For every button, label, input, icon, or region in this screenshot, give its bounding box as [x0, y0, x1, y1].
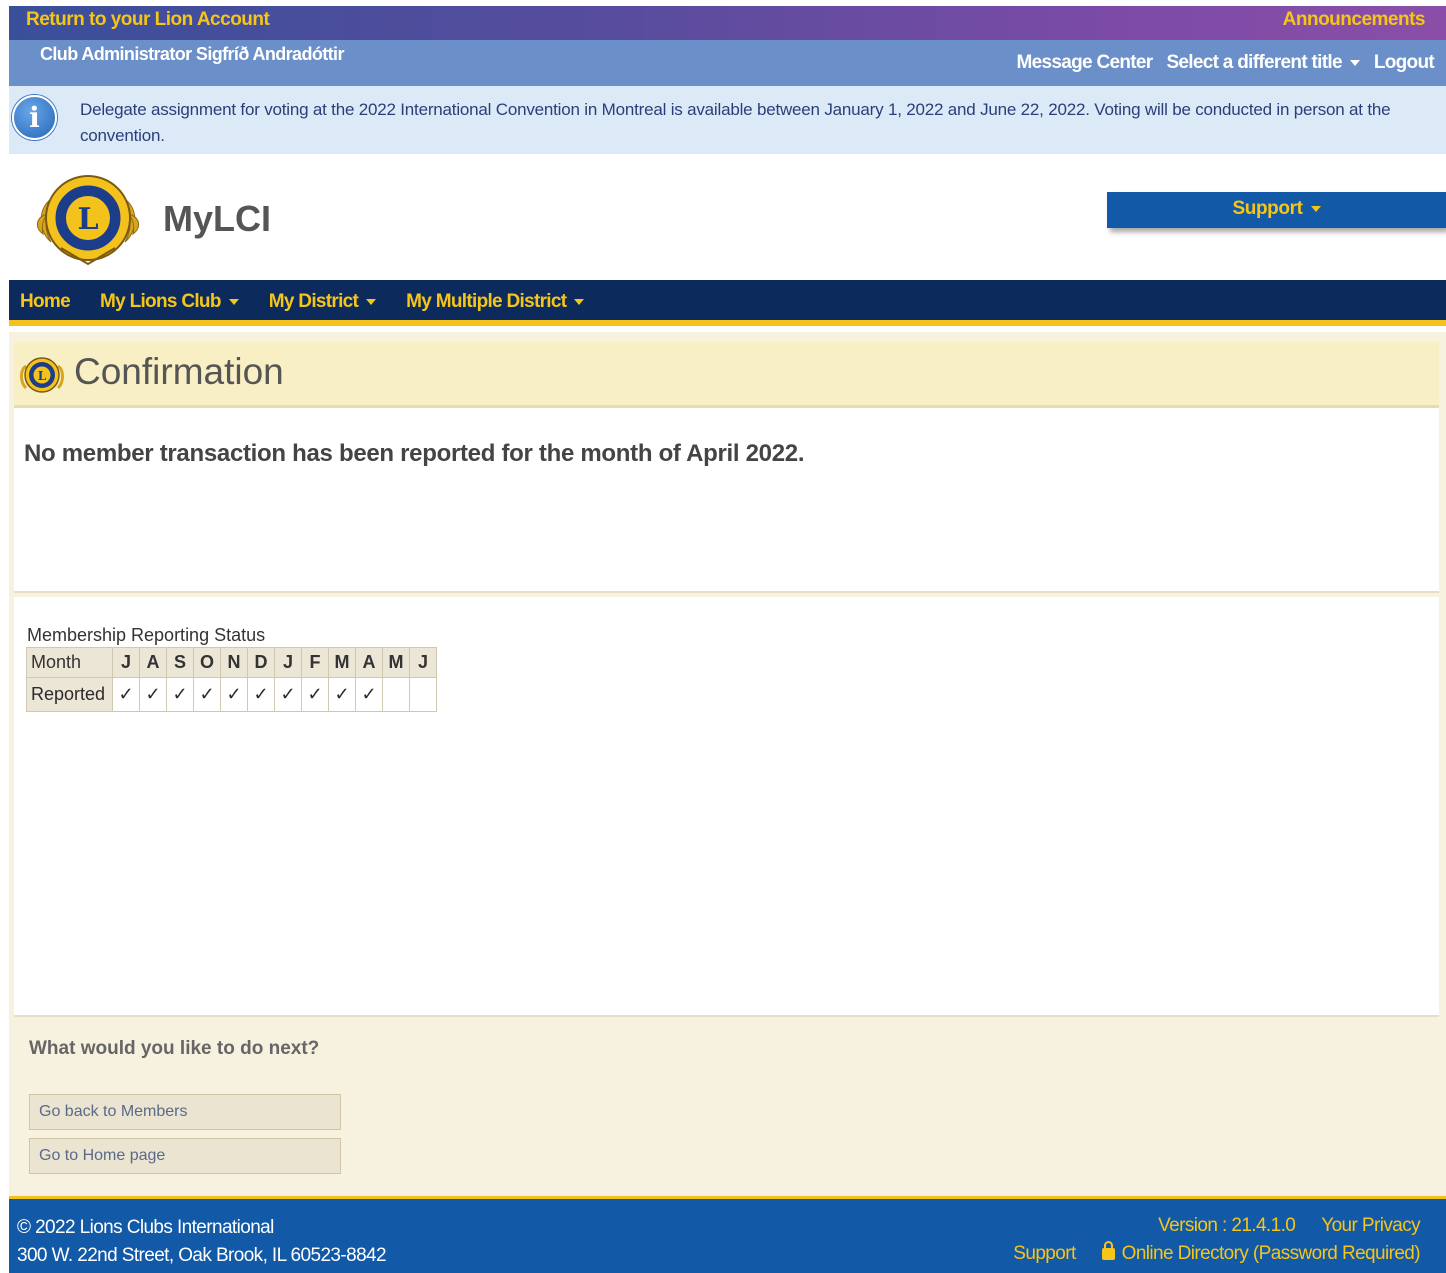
month-cell: J: [112, 647, 140, 678]
reported-cell: ✓: [355, 677, 383, 712]
nav-my-district-label: My District: [268, 291, 359, 312]
footer-support-link[interactable]: Support: [1013, 1243, 1076, 1265]
user-links: Message Center Select a different title …: [1017, 52, 1435, 74]
support-dropdown[interactable]: Support: [1107, 192, 1446, 228]
svg-text:L: L: [38, 369, 47, 383]
site-header: L MyLCI Support: [9, 154, 1446, 280]
chevron-down-icon: [228, 298, 239, 305]
reported-cell: ✓: [328, 677, 356, 712]
info-icon: i: [12, 95, 57, 140]
info-message: Delegate assignment for voting at the 20…: [80, 100, 1391, 145]
next-steps-panel: What would you like to do next? Go back …: [14, 1019, 1439, 1191]
nav-my-multiple-district[interactable]: My Multiple District: [406, 291, 585, 313]
page-title: Confirmation: [74, 351, 284, 392]
footer-links-top: Version : 21.4.1.0 Your Privacy: [1158, 1215, 1420, 1237]
brand-title: MyLCI: [163, 198, 271, 239]
reported-cell: ✓: [112, 677, 140, 712]
nav-home[interactable]: Home: [20, 291, 71, 313]
lock-icon: [1101, 1241, 1115, 1260]
reported-cell: ✓: [301, 677, 329, 712]
chevron-down-icon: [574, 298, 585, 305]
confirmation-message: No member transaction has been reported …: [24, 440, 805, 467]
month-cell: M: [382, 647, 410, 678]
version-label: Version : 21.4.1.0: [1158, 1215, 1296, 1236]
month-cell: J: [409, 647, 437, 678]
chevron-down-icon: [366, 298, 377, 305]
lions-logo-icon[interactable]: L: [33, 168, 143, 272]
privacy-link[interactable]: Your Privacy: [1321, 1215, 1420, 1237]
reported-cell: [382, 677, 410, 712]
announcements-link[interactable]: Announcements: [1283, 9, 1426, 31]
month-cell: O: [193, 647, 221, 678]
month-cell: N: [220, 647, 248, 678]
main-nav: Home My Lions Club My District My Multip…: [9, 280, 1446, 326]
chevron-down-icon: [1349, 59, 1360, 66]
go-back-to-members-button[interactable]: Go back to Members: [29, 1094, 341, 1130]
nav-my-lions-club[interactable]: My Lions Club: [100, 291, 239, 313]
reporting-status-table: Month JASONDJFMAMJ Reported ✓ ✓ ✓ ✓ ✓ ✓ ✓ ✓ ✓ ✓: [26, 647, 437, 712]
month-cell: M: [328, 647, 356, 678]
svg-text:L: L: [77, 202, 98, 237]
user-title: Club Administrator Sigfríð Andradóttir: [40, 44, 344, 64]
online-directory-label: Online Directory (Password Required): [1121, 1243, 1421, 1264]
reported-cell: ✓: [220, 677, 248, 712]
month-cell: S: [166, 647, 194, 678]
nav-my-lions-club-label: My Lions Club: [100, 291, 221, 312]
go-to-home-page-button[interactable]: Go to Home page: [29, 1138, 341, 1174]
footer-links-bottom: Support Online Directory (Password Requi…: [1013, 1241, 1421, 1265]
status-title: Membership Reporting Status: [27, 625, 266, 645]
support-label: Support: [1232, 198, 1303, 219]
reporting-status-panel: Membership Reporting Status Month JASOND…: [14, 597, 1439, 1017]
reported-row: Reported ✓ ✓ ✓ ✓ ✓ ✓ ✓ ✓ ✓ ✓: [26, 677, 437, 712]
footer-copyright: © 2022 Lions Clubs International: [17, 1217, 274, 1238]
site-footer: © 2022 Lions Clubs International 300 W. …: [9, 1196, 1446, 1273]
user-bar: Club Administrator Sigfríð Andradóttir M…: [9, 40, 1446, 86]
next-steps-heading: What would you like to do next?: [29, 1038, 320, 1059]
reported-cell: ✓: [247, 677, 275, 712]
top-bar: Return to your Lion Account Announcement…: [9, 6, 1446, 40]
reported-cell: ✓: [166, 677, 194, 712]
online-directory-link[interactable]: Online Directory (Password Required): [1101, 1241, 1421, 1265]
confirmation-panel: No member transaction has been reported …: [14, 408, 1439, 593]
month-row: Month JASONDJFMAMJ: [26, 647, 437, 678]
month-cell: A: [139, 647, 167, 678]
reported-cell: ✓: [274, 677, 302, 712]
month-cell: A: [355, 647, 383, 678]
reported-cell: ✓: [193, 677, 221, 712]
chevron-down-icon: [1310, 205, 1321, 212]
return-to-lion-account-link[interactable]: Return to your Lion Account: [26, 9, 270, 31]
reported-cell: [409, 677, 437, 712]
reported-label: Reported: [26, 677, 113, 712]
month-cell: J: [274, 647, 302, 678]
month-cell: F: [301, 647, 329, 678]
month-label: Month: [26, 647, 113, 678]
page-title-bar: L Confirmation: [14, 342, 1439, 408]
info-banner: i Delegate assignment for voting at the …: [9, 86, 1446, 154]
logout-link[interactable]: Logout: [1374, 52, 1435, 74]
select-title-dropdown[interactable]: Select a different title: [1166, 52, 1360, 74]
app-frame: Return to your Lion Account Announcement…: [9, 6, 1446, 1273]
message-center-link[interactable]: Message Center: [1017, 52, 1154, 74]
lions-emblem-icon: L: [20, 357, 64, 393]
reported-cell: ✓: [139, 677, 167, 712]
nav-my-district[interactable]: My District: [268, 291, 377, 313]
footer-address: 300 W. 22nd Street, Oak Brook, IL 60523-…: [17, 1245, 387, 1266]
month-cell: D: [247, 647, 275, 678]
nav-my-multiple-district-label: My Multiple District: [406, 291, 567, 312]
select-title-label: Select a different title: [1166, 52, 1342, 73]
